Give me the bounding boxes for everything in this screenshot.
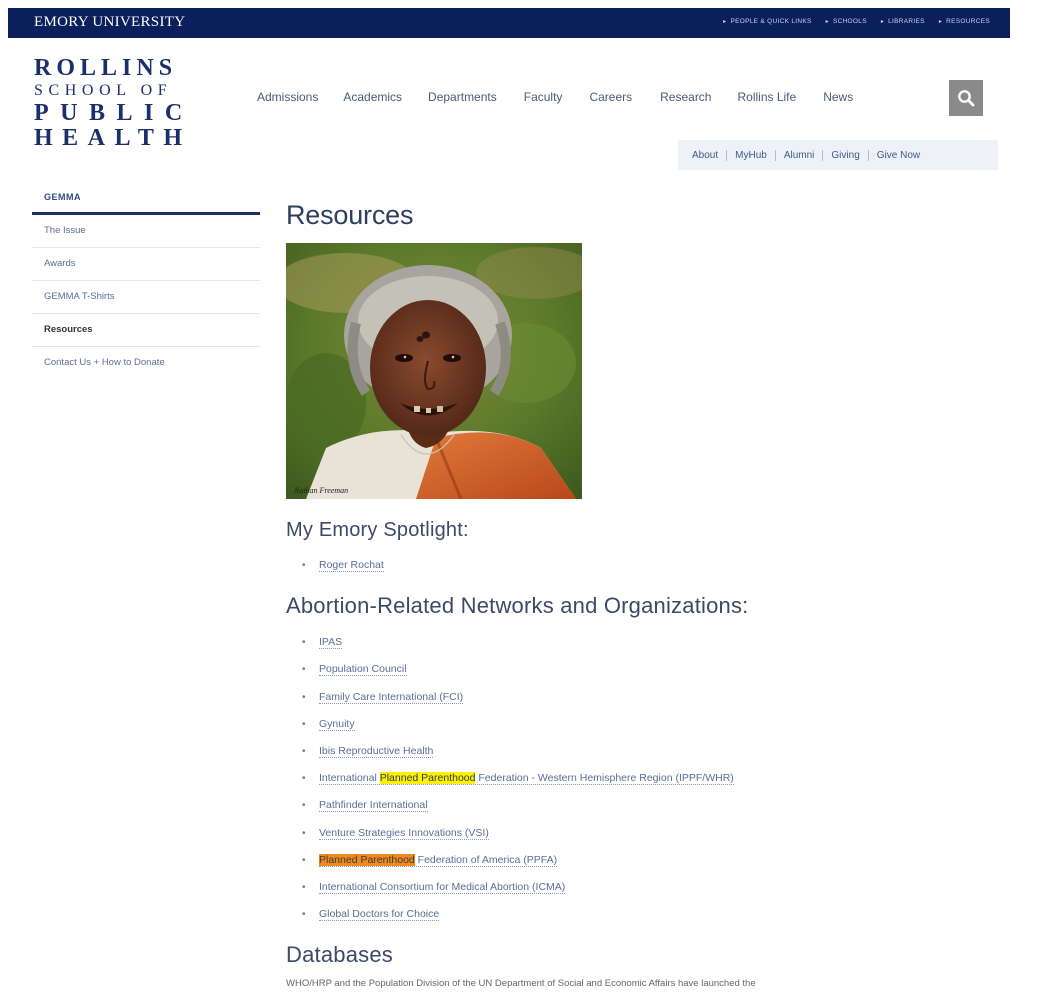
list-item: Gynuity xyxy=(302,711,1016,738)
list-item: Venture Strategies Innovations (VSI) xyxy=(302,820,1016,847)
link-gynuity[interactable]: Gynuity xyxy=(319,717,355,731)
logo-line-school-of: SCHOOL OF xyxy=(34,82,173,99)
sec-nav-about[interactable]: About xyxy=(688,150,726,161)
link-family-care-international[interactable]: Family Care International (FCI) xyxy=(319,690,464,704)
nav-rollins-life[interactable]: Rollins Life xyxy=(737,90,796,104)
link-pathfinder-international[interactable]: Pathfinder International xyxy=(319,799,428,813)
secondary-nav: About MyHub Alumni Giving Give Now xyxy=(678,140,998,170)
sidebar-item-contact-donate[interactable]: Contact Us + How to Donate xyxy=(32,347,260,379)
nav-admissions[interactable]: Admissions xyxy=(257,90,318,104)
search-button[interactable] xyxy=(949,80,983,116)
spotlight-list: Roger Rochat xyxy=(286,552,1016,579)
databases-paragraph: WHO/HRP and the Population Division of t… xyxy=(286,978,756,990)
nav-departments[interactable]: Departments xyxy=(428,90,497,104)
list-item: International Planned Parenthood Federat… xyxy=(302,765,1016,793)
emory-quick-links: PEOPLE & QUICK LINKS SCHOOLS LIBRARIES R… xyxy=(723,18,990,25)
nav-faculty[interactable]: Faculty xyxy=(524,90,563,104)
networks-heading: Abortion-Related Networks and Organizati… xyxy=(286,593,749,619)
link-icma[interactable]: International Consortium for Medical Abo… xyxy=(319,881,566,895)
list-item: Pathfinder International xyxy=(302,792,1016,820)
link-text-before: International xyxy=(319,772,380,785)
nav-news[interactable]: News xyxy=(823,90,853,104)
sidebar: GEMMA The Issue Awards GEMMA T-Shirts Re… xyxy=(32,186,260,379)
sec-nav-give-now[interactable]: Give Now xyxy=(867,149,928,161)
link-ibis-reproductive-health[interactable]: Ibis Reproductive Health xyxy=(319,745,434,759)
list-item: Population Council xyxy=(302,656,1016,684)
nav-research[interactable]: Research xyxy=(660,90,711,104)
list-item: International Consortium for Medical Abo… xyxy=(302,874,1016,901)
photo-caption: Nathan Freeman xyxy=(294,486,349,495)
link-ppfa[interactable]: Planned Parenthood Federation of America… xyxy=(319,853,558,867)
list-item: Planned Parenthood Federation of America… xyxy=(302,847,1016,874)
portrait-image xyxy=(286,243,582,499)
spotlight-link-roger-rochat[interactable]: Roger Rochat xyxy=(319,559,384,572)
emory-top-bar: EMORY UNIVERSITY PEOPLE & QUICK LINKS SC… xyxy=(8,8,1010,38)
logo-line-public: PUBLIC xyxy=(34,100,194,126)
networks-list: IPAS Population Council Family Care Inte… xyxy=(286,629,1016,929)
nav-academics[interactable]: Academics xyxy=(343,90,402,104)
main-nav: Admissions Academics Departments Faculty… xyxy=(257,90,853,104)
list-item: Ibis Reproductive Health xyxy=(302,738,1016,765)
libraries-link[interactable]: LIBRARIES xyxy=(881,18,925,25)
sidebar-heading-gemma[interactable]: GEMMA xyxy=(32,186,260,215)
sec-nav-giving[interactable]: Giving xyxy=(822,149,867,161)
link-global-doctors-for-choice[interactable]: Global Doctors for Choice xyxy=(319,908,440,922)
people-quick-links-link[interactable]: PEOPLE & QUICK LINKS xyxy=(723,18,811,25)
sidebar-item-awards[interactable]: Awards xyxy=(32,248,260,281)
sec-nav-myhub[interactable]: MyHub xyxy=(726,149,775,161)
main-content: Resources Nathan Freeman My Emory Spotli… xyxy=(286,200,1016,989)
list-item: Roger Rochat xyxy=(302,552,1016,579)
list-item: Global Doctors for Choice xyxy=(302,901,1016,929)
link-population-council[interactable]: Population Council xyxy=(319,663,407,677)
link-ipas[interactable]: IPAS xyxy=(319,636,343,650)
search-highlight-yellow: Planned Parenthood xyxy=(379,772,476,785)
logo-line-rollins: ROLLINS xyxy=(34,55,178,81)
resources-link[interactable]: RESOURCES xyxy=(939,18,990,25)
rollins-logo[interactable]: ROLLINS SCHOOL OF PUBLIC HEALTH xyxy=(34,56,194,151)
link-text-after: Federation of America (PPFA) xyxy=(414,853,558,866)
databases-heading: Databases xyxy=(286,942,393,968)
search-icon xyxy=(958,90,975,107)
sidebar-item-resources[interactable]: Resources xyxy=(32,314,260,347)
link-ippf-whr[interactable]: International Planned Parenthood Federat… xyxy=(319,772,734,786)
nav-careers[interactable]: Careers xyxy=(589,90,632,104)
schools-link[interactable]: SCHOOLS xyxy=(826,18,867,25)
sidebar-item-the-issue[interactable]: The Issue xyxy=(32,215,260,248)
link-text-after: Federation - Western Hemisphere Region (… xyxy=(475,772,734,785)
portrait-photo: Nathan Freeman xyxy=(286,243,582,499)
spotlight-heading: My Emory Spotlight: xyxy=(286,519,469,541)
link-venture-strategies[interactable]: Venture Strategies Innovations (VSI) xyxy=(319,826,489,840)
page-title: Resources xyxy=(286,200,414,230)
emory-university-logo[interactable]: EMORY UNIVERSITY xyxy=(34,14,185,31)
list-item: IPAS xyxy=(302,629,1016,657)
search-highlight-orange: Planned Parenthood xyxy=(319,853,415,866)
logo-line-health: HEALTH xyxy=(34,125,192,151)
sec-nav-alumni[interactable]: Alumni xyxy=(774,149,823,161)
sidebar-item-gemma-t-shirts[interactable]: GEMMA T-Shirts xyxy=(32,281,260,314)
list-item: Family Care International (FCI) xyxy=(302,684,1016,711)
